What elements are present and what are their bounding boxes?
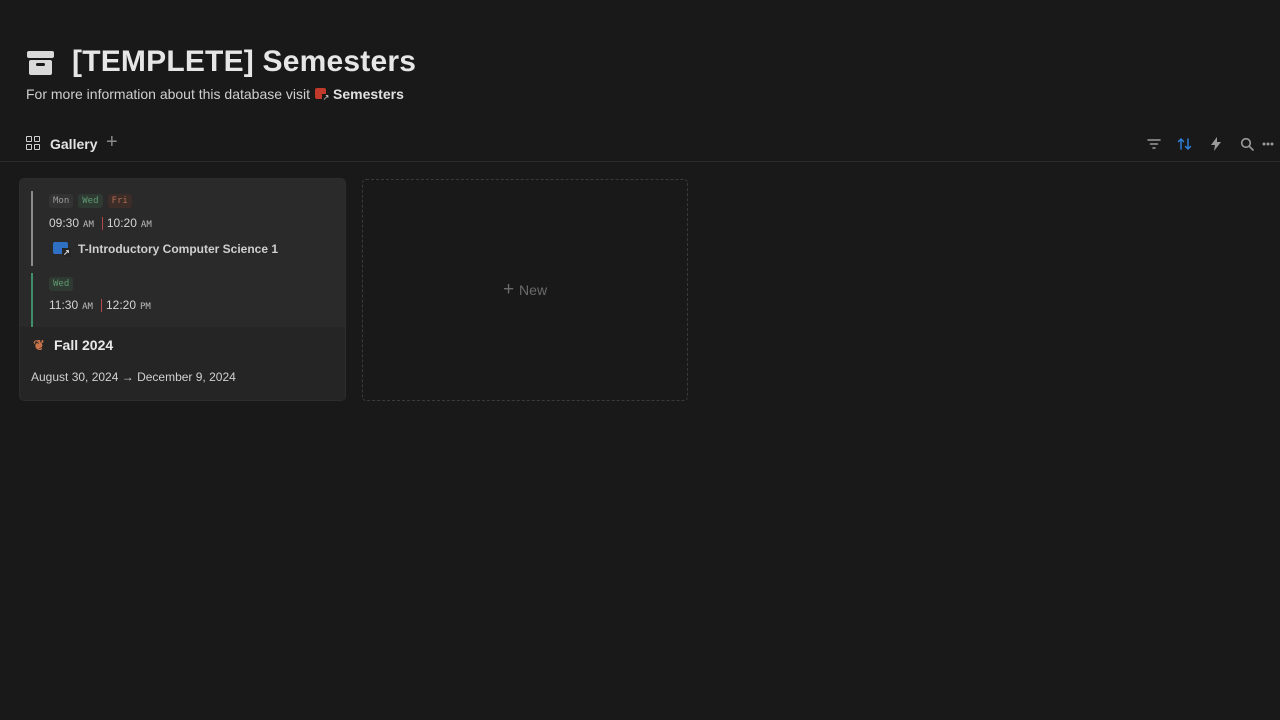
start-ampm: AM [83, 220, 94, 230]
notion-page: [TEMPLETE] Semesters For more informatio… [0, 0, 1280, 720]
database-description: For more information about this database… [26, 86, 416, 102]
filter-icon[interactable] [1138, 133, 1169, 155]
search-icon[interactable] [1231, 133, 1262, 155]
course-link[interactable]: ↗ T-Introductory Computer Science 1 [53, 241, 278, 257]
plus-icon: + [502, 279, 515, 300]
tab-gallery[interactable]: Gallery [26, 133, 97, 155]
day-chip: Wed [49, 277, 74, 291]
title-row: [TEMPLETE] Semesters [26, 42, 416, 82]
course-name: T-Introductory Computer Science 1 [78, 242, 279, 256]
lightning-icon[interactable] [1200, 133, 1231, 155]
schedule-bar [31, 273, 33, 327]
class-times: 11:30 AM 12:20 PM [49, 298, 151, 312]
day-chip: Wed [78, 194, 103, 208]
start-time: 11:30 [49, 298, 79, 312]
card-preview: Mon Wed Fri 09:30 AM 10:20 AM ↗ T-Introd… [20, 179, 345, 327]
gallery-grid: Mon Wed Fri 09:30 AM 10:20 AM ↗ T-Introd… [20, 179, 688, 401]
day-chips: Wed [49, 277, 74, 291]
new-label: New [519, 282, 548, 298]
course-page-icon: ↗ [53, 241, 71, 257]
schedule-block: Mon Wed Fri 09:30 AM 10:20 AM ↗ T-Introd… [31, 191, 331, 269]
card-dates: August 30, 2024 → December 9, 2024 [31, 370, 236, 384]
tab-label: Gallery [50, 136, 98, 152]
start-time: 09:30 [49, 216, 80, 230]
day-chip: Mon [49, 194, 74, 208]
end-ampm: PM [140, 302, 151, 312]
time-separator [101, 216, 103, 230]
leaf-icon: ❦ [33, 337, 45, 353]
time-separator [100, 298, 102, 312]
add-view-button[interactable]: + [106, 131, 118, 153]
new-card-button[interactable]: + New [362, 179, 688, 401]
sort-icon[interactable] [1169, 133, 1200, 155]
gallery-grid-icon [26, 136, 42, 152]
description-text: For more information about this database… [26, 86, 311, 102]
class-times: 09:30 AM 10:20 AM [49, 216, 152, 230]
card-title[interactable]: ❦ Fall 2024 [31, 337, 113, 353]
semesters-page-link[interactable]: Semesters [333, 86, 404, 102]
database-header: [TEMPLETE] Semesters For more informatio… [26, 42, 416, 102]
end-ampm: AM [140, 220, 152, 230]
schedule-bar [31, 191, 33, 266]
day-chip: Fri [107, 194, 132, 208]
view-bar: Gallery + [0, 128, 1280, 162]
schedule-block: Wed 11:30 AM 12:20 PM [31, 273, 331, 327]
more-icon[interactable] [1262, 133, 1280, 155]
page-link-icon: ↗ [315, 87, 331, 102]
view-toolbar [1138, 133, 1280, 155]
gallery-card[interactable]: Mon Wed Fri 09:30 AM 10:20 AM ↗ T-Introd… [20, 179, 345, 400]
end-time: 12:20 [105, 298, 137, 312]
page-title[interactable]: [TEMPLETE] Semesters [72, 45, 416, 79]
end-time: 10:20 [106, 216, 137, 230]
start-ampm: AM [82, 302, 93, 312]
card-title-text: Fall 2024 [54, 337, 114, 353]
day-chips: Mon Wed Fri [49, 194, 132, 208]
archive-box-icon[interactable] [26, 47, 56, 77]
